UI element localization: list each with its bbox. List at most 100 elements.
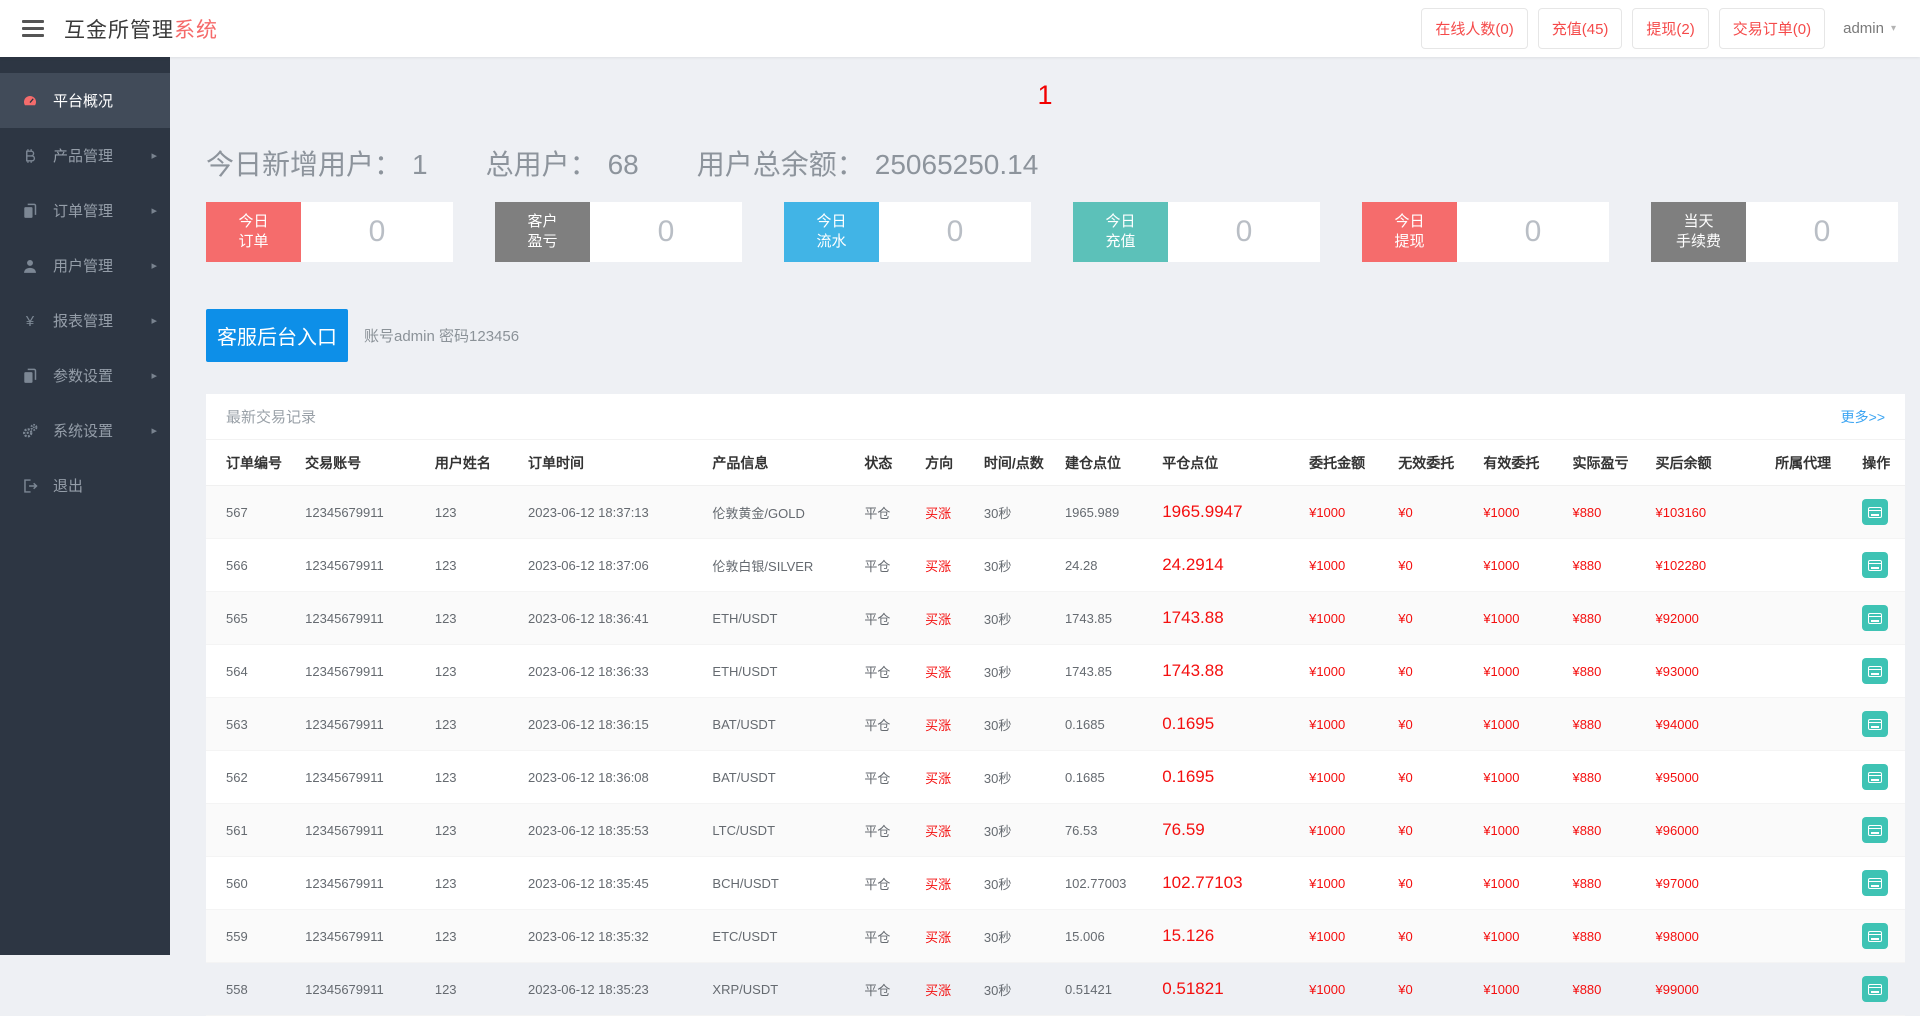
cell-invalid: ¥0 — [1390, 803, 1476, 857]
row-detail-button[interactable] — [1862, 764, 1889, 790]
gears-icon — [22, 423, 40, 439]
row-detail-button[interactable] — [1862, 605, 1889, 631]
row-detail-button[interactable] — [1862, 552, 1889, 578]
table-icon — [1868, 877, 1883, 889]
stat-card-value: 0 — [301, 202, 453, 262]
sidebar-item-params[interactable]: 参数设置 ▸ — [0, 348, 170, 403]
header-button-withdraw[interactable]: 提现(2) — [1632, 8, 1709, 49]
stat-card-label: 客户 盈亏 — [495, 202, 590, 262]
cell-time: 2023-06-12 18:37:06 — [520, 538, 705, 592]
menu-toggle-icon[interactable] — [22, 16, 44, 41]
page-indicator: 1 — [1037, 80, 1053, 110]
cell-agent — [1767, 538, 1855, 592]
stat-cards-row: 今日 订单 0 客户 盈亏 0 今日 流水 0 今日 充值 0 今日 提现 0 当天 手续费 0 — [206, 202, 1898, 262]
app-title-red: 系统 — [174, 18, 218, 42]
column-header-open: 建仓点位 — [1056, 440, 1155, 486]
sidebar-item-products[interactable]: 产品管理 ▸ — [0, 128, 170, 183]
stat-value: 1 — [412, 149, 428, 180]
stat-card-value: 0 — [590, 202, 742, 262]
table-icon — [1868, 983, 1883, 995]
sidebar-item-logout[interactable]: 退出 — [0, 458, 170, 513]
column-header-profit: 实际盈亏 — [1564, 440, 1648, 486]
sidebar-item-system[interactable]: 系统设置 ▸ — [0, 403, 170, 458]
row-detail-button[interactable] — [1862, 658, 1889, 684]
cell-open: 0.1685 — [1056, 697, 1155, 751]
cell-product: ETH/USDT — [704, 591, 857, 645]
more-link[interactable]: 更多>> — [1841, 407, 1885, 427]
stat-card: 今日 订单 0 — [206, 202, 453, 262]
row-detail-button[interactable] — [1862, 976, 1889, 1002]
cell-time: 2023-06-12 18:37:13 — [520, 485, 705, 539]
cell-open: 24.28 — [1056, 538, 1155, 592]
cell-duration: 30秒 — [975, 591, 1057, 645]
cell-product: ETH/USDT — [704, 644, 857, 698]
cell-balance: ¥103160 — [1647, 485, 1768, 539]
sidebar-item-users[interactable]: 用户管理 ▸ — [0, 238, 170, 293]
service-backend-button[interactable]: 客服后台入口 — [206, 309, 348, 362]
chevron-right-icon: ▸ — [151, 150, 157, 162]
row-detail-button[interactable] — [1862, 711, 1889, 737]
cell-account: 12345679911 — [297, 485, 427, 539]
table-row: 567 12345679911 123 2023-06-12 18:37:13 伦敦黄金… — [206, 485, 1905, 539]
cell-account: 12345679911 — [297, 591, 427, 645]
cell-profit: ¥880 — [1564, 644, 1648, 698]
cell-status: 平仓 — [856, 697, 918, 751]
cell-duration: 30秒 — [975, 962, 1057, 1016]
sidebar-item-label: 平台概况 — [53, 93, 114, 110]
cell-profit: ¥880 — [1564, 485, 1648, 539]
sidebar-item-label: 报表管理 — [53, 313, 114, 330]
cell-profit: ¥880 — [1564, 750, 1648, 804]
cell-balance: ¥102280 — [1647, 538, 1768, 592]
cell-time: 2023-06-12 18:36:15 — [520, 697, 705, 751]
row-detail-button[interactable] — [1862, 817, 1889, 843]
main-content: 1 今日新增用户： 1 总用户： 68 用户总余额： 25065250.14 今日 订单 0 客… — [170, 57, 1920, 1016]
chevron-right-icon: ▸ — [151, 425, 157, 437]
sidebar-menu: 平台概况产品管理 ▸ 订单管理 ▸ 用户管理 ▸ ¥ 报表管理 ▸ 参数设置 ▸ 系统设置 ▸ 退出 — [0, 57, 170, 513]
cell-agent — [1767, 803, 1855, 857]
column-header-name: 用户姓名 — [426, 440, 521, 486]
cell-duration: 30秒 — [975, 803, 1057, 857]
sidebar-item-reports[interactable]: ¥ 报表管理 ▸ — [0, 293, 170, 348]
cell-duration: 30秒 — [975, 856, 1057, 910]
sidebar-item-overview[interactable]: 平台概况 — [0, 73, 170, 128]
cell-name: 123 — [426, 856, 521, 910]
sidebar: 平台概况产品管理 ▸ 订单管理 ▸ 用户管理 ▸ ¥ 报表管理 ▸ 参数设置 ▸ 系统设置 ▸ 退出 — [0, 57, 170, 955]
cell-status: 平仓 — [856, 485, 918, 539]
header-button-recharge[interactable]: 充值(45) — [1537, 8, 1623, 49]
cell-status: 平仓 — [856, 591, 918, 645]
stat-label: 今日新增用户： — [206, 149, 403, 180]
panel-title: 最新交易记录 — [226, 409, 317, 426]
cell-profit: ¥880 — [1564, 962, 1648, 1016]
table-row: 563 12345679911 123 2023-06-12 18:36:15 BAT/… — [206, 697, 1905, 751]
cell-direction: 买涨 — [917, 644, 976, 698]
cell-product: XRP/USDT — [704, 962, 857, 1016]
cell-product: BCH/USDT — [704, 856, 857, 910]
row-detail-button[interactable] — [1862, 499, 1889, 525]
stat-card-value: 0 — [1746, 202, 1898, 262]
cell-product: BAT/USDT — [704, 750, 857, 804]
latest-trades-panel: 最新交易记录 更多>> 订单编号 交易账号 用户姓名 订单时间 产品信息 状态 方向 时间/点… — [206, 394, 1905, 1016]
row-detail-button[interactable] — [1862, 923, 1889, 949]
header-button-trade-orders[interactable]: 交易订单(0) — [1718, 8, 1826, 49]
cell-valid: ¥1000 — [1475, 697, 1565, 751]
cell-invalid: ¥0 — [1390, 591, 1476, 645]
table-row: 562 12345679911 123 2023-06-12 18:36:08 BAT/… — [206, 750, 1905, 804]
column-header-amount: 委托金额 — [1301, 440, 1391, 486]
column-header-agent: 所属代理 — [1767, 440, 1855, 486]
cell-balance: ¥99000 — [1647, 962, 1768, 1016]
column-header-duration: 时间/点数 — [975, 440, 1057, 486]
stat-card-value: 0 — [1168, 202, 1320, 262]
sidebar-item-orders[interactable]: 订单管理 ▸ — [0, 183, 170, 238]
stat-label: 用户总余额： — [696, 149, 865, 180]
cell-name: 123 — [426, 803, 521, 857]
cell-product: BAT/USDT — [704, 697, 857, 751]
cell-action — [1854, 803, 1905, 857]
column-header-product: 产品信息 — [704, 440, 857, 486]
header-button-online-users[interactable]: 在线人数(0) — [1421, 8, 1528, 49]
admin-dropdown[interactable]: admin ▾ — [1835, 11, 1904, 46]
admin-username: admin — [1843, 20, 1884, 37]
row-detail-button[interactable] — [1862, 870, 1889, 896]
cell-close: 1965.9947 — [1154, 485, 1302, 539]
stat-card-label: 今日 提现 — [1362, 202, 1457, 262]
sidebar-item-label: 系统设置 — [53, 423, 114, 440]
